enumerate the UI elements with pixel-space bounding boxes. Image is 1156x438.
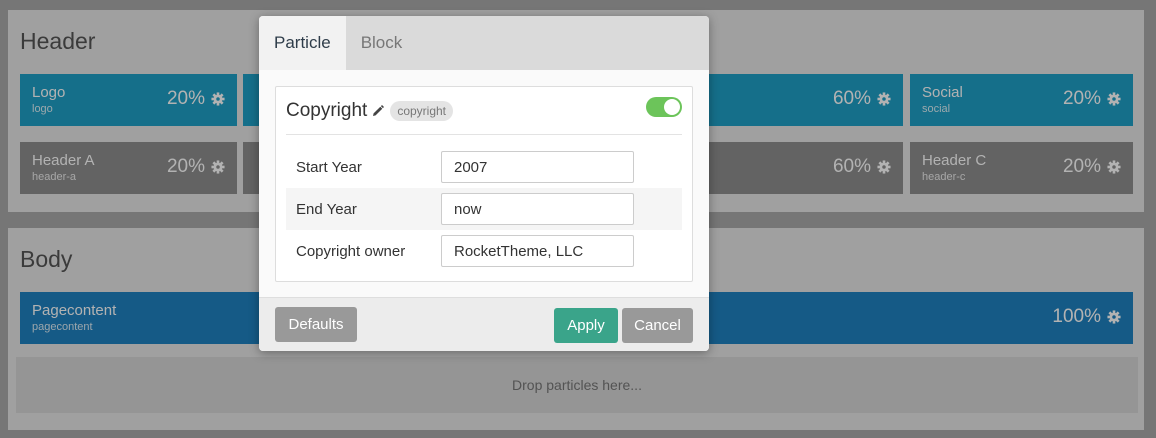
end-year-label: End Year	[296, 200, 357, 218]
pencil-icon[interactable]	[372, 104, 385, 117]
defaults-button[interactable]: Defaults	[275, 307, 357, 342]
card-header: Copyright copyright	[286, 87, 682, 135]
modal-tabs: Particle Block	[259, 16, 709, 70]
particle-type-badge: copyright	[390, 100, 454, 121]
copyright-owner-input[interactable]	[441, 235, 634, 267]
particle-settings-modal: Particle Block Copyright copyright Start…	[259, 16, 709, 351]
start-year-input[interactable]	[441, 151, 634, 183]
end-year-input[interactable]	[441, 193, 634, 225]
start-year-label: Start Year	[296, 158, 362, 176]
particle-title[interactable]: Copyright	[286, 100, 367, 122]
enabled-toggle[interactable]	[646, 97, 682, 117]
cancel-button[interactable]: Cancel	[622, 308, 693, 343]
field-row-end-year: End Year	[286, 188, 682, 230]
copyright-owner-label: Copyright owner	[296, 242, 406, 260]
tab-block[interactable]: Block	[346, 16, 418, 70]
apply-button[interactable]: Apply	[554, 308, 618, 343]
field-row-start-year: Start Year	[286, 146, 682, 188]
modal-footer: Defaults Apply Cancel	[259, 297, 709, 351]
tab-particle[interactable]: Particle	[259, 16, 346, 70]
particle-settings-card: Copyright copyright Start Year End Year …	[275, 86, 693, 282]
toggle-knob	[664, 99, 680, 115]
field-row-copyright-owner: Copyright owner	[286, 230, 682, 272]
